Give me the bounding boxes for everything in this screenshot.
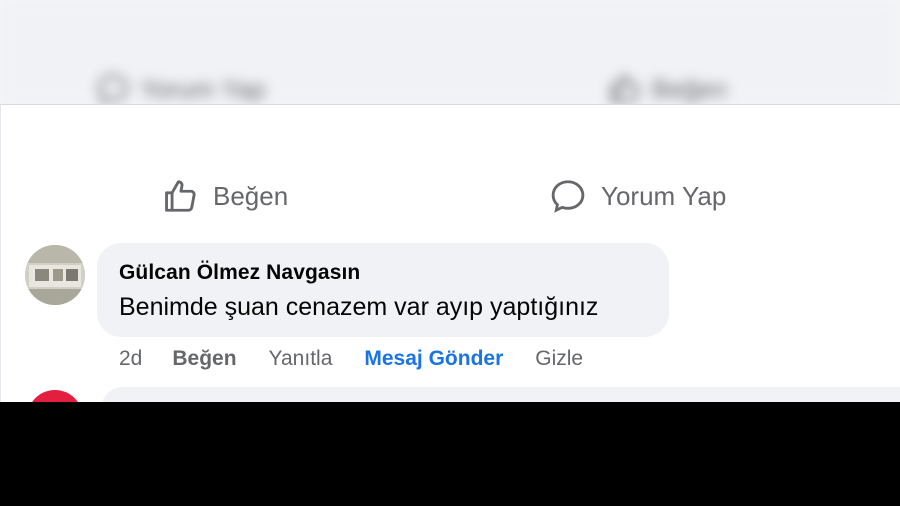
comment-reply-link[interactable]: Yanıtla	[269, 347, 333, 371]
post-action-bar: Beğen Yorum Yap	[1, 175, 900, 219]
background-blurred-bar: Yorum Yap Beğen	[0, 0, 900, 106]
background-like-label: Beğen	[652, 73, 728, 104]
background-comment-label: Yorum Yap	[140, 73, 266, 104]
comment-text: Benimde şuan cenazem var ayıp yaptığınız	[119, 293, 599, 321]
comment-actions: 2d Beğen Yanıtla Mesaj Gönder Gizle	[119, 347, 615, 371]
comment-icon	[551, 180, 585, 213]
next-comment-avatar[interactable]	[27, 390, 83, 402]
comment-bubble: Gülcan Ölmez Navgasın Benimde şuan cenaz…	[97, 243, 669, 337]
comment-hide-link[interactable]: Gizle	[535, 347, 583, 371]
comment-icon	[98, 74, 128, 105]
comment-author[interactable]: Gülcan Ölmez Navgasın	[119, 261, 647, 285]
comment-button[interactable]: Yorum Yap	[549, 177, 726, 215]
like-button[interactable]: Beğen	[161, 177, 288, 215]
post-card: Beğen Yorum Yap Gülcan Ölmez Navgasın Be…	[0, 104, 900, 402]
background-like-action: Beğen	[608, 72, 727, 106]
letterbox-bar	[0, 402, 900, 506]
comment-timestamp[interactable]: 2d	[119, 347, 142, 371]
avatar[interactable]	[25, 245, 85, 305]
screenshot-stage: Yorum Yap Beğen Beğen Yorum Yap Gülcan Ö…	[0, 0, 900, 402]
thumbs-up-icon	[165, 180, 196, 212]
background-comment-action: Yorum Yap	[96, 72, 265, 106]
like-button-label: Beğen	[213, 180, 289, 211]
next-comment-bubble	[101, 387, 900, 402]
thumbs-up-icon	[610, 74, 640, 104]
comment-like-link[interactable]: Beğen	[172, 347, 236, 371]
comment-button-label: Yorum Yap	[601, 180, 727, 211]
comment-send-message-link[interactable]: Mesaj Gönder	[364, 347, 503, 371]
avatar-image	[25, 245, 85, 305]
